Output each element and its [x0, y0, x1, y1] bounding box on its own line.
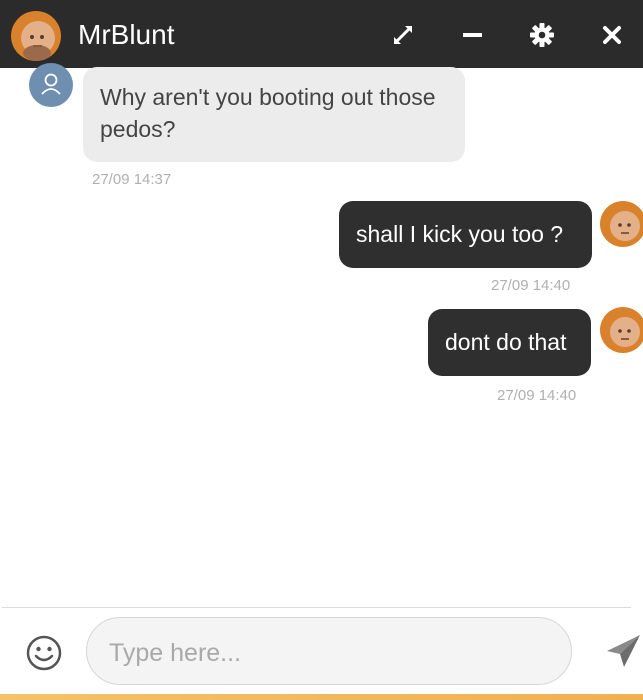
message-timestamp: 27/09 14:37 — [92, 171, 172, 188]
minimize-icon[interactable] — [458, 20, 488, 50]
message-timestamp: 27/09 14:40 — [491, 277, 571, 294]
message-composer — [86, 617, 572, 685]
message-bubble-outgoing: shall I kick you too ? — [339, 201, 592, 268]
smiley-icon[interactable] — [25, 634, 63, 672]
accent-bar — [0, 694, 643, 700]
message-bubble-outgoing: dont do that — [428, 309, 591, 376]
gear-icon[interactable] — [527, 20, 557, 50]
send-icon[interactable] — [604, 632, 642, 670]
message-input[interactable] — [107, 632, 551, 674]
close-icon[interactable] — [597, 20, 627, 50]
contact-avatar — [11, 11, 61, 61]
message-text: dont do that — [445, 329, 567, 355]
sender-avatar — [600, 307, 643, 353]
message-timestamp: 27/09 14:40 — [497, 387, 577, 404]
chat-header: MrBlunt — [0, 0, 643, 68]
message-text: shall I kick you too ? — [356, 221, 564, 247]
composer-divider — [2, 607, 631, 608]
sender-avatar — [600, 201, 643, 247]
message-bubble-incoming: Why aren't you booting out those pedos? — [83, 67, 465, 162]
user-avatar-icon — [29, 63, 73, 107]
contact-name: MrBlunt — [78, 19, 175, 50]
message-text: Why aren't you booting out those pedos? — [100, 84, 436, 142]
expand-icon[interactable] — [388, 20, 418, 50]
